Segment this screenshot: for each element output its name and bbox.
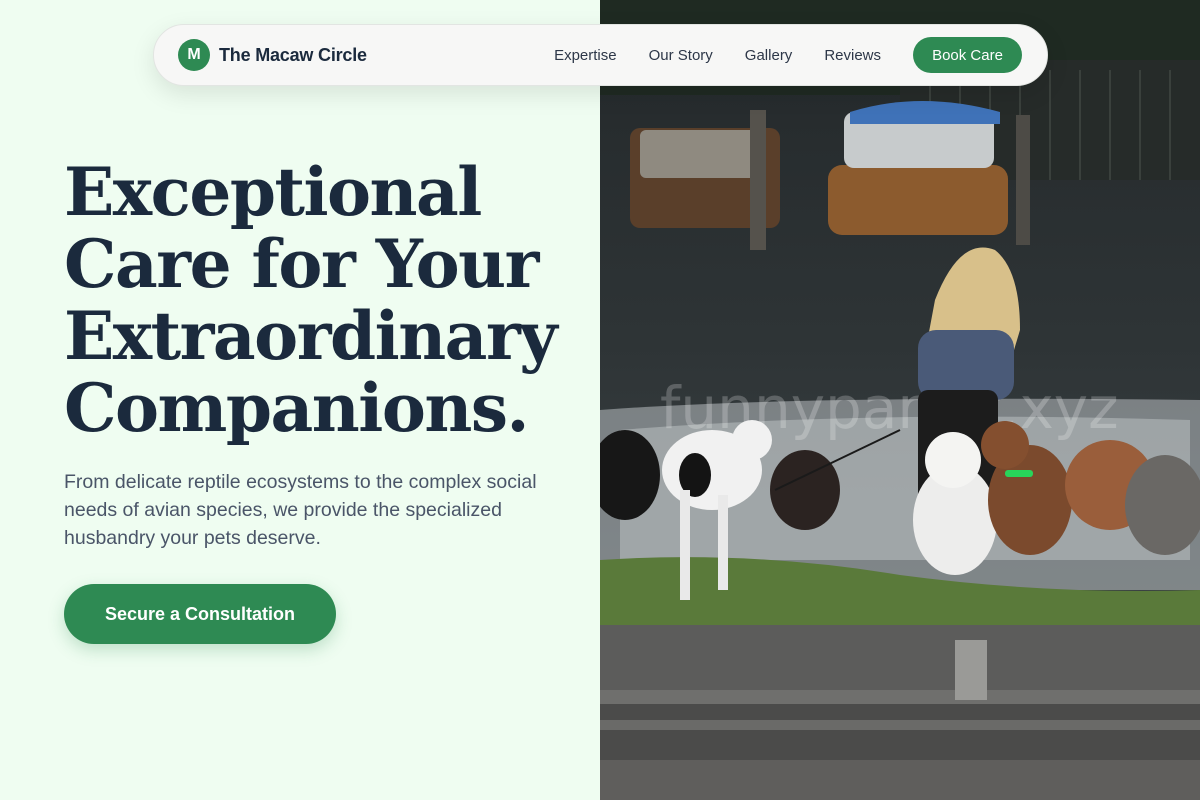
nav-link-reviews[interactable]: Reviews (824, 47, 881, 64)
top-navbar: M The Macaw Circle Expertise Our Story G… (153, 24, 1048, 86)
logo-mark: M (178, 39, 210, 71)
nav-links: Expertise Our Story Gallery Reviews Book… (554, 37, 1023, 73)
hero-subtext: From delicate reptile ecosystems to the … (64, 471, 537, 549)
consultation-button[interactable]: Secure a Consultation (64, 584, 336, 644)
headline-line: Exceptional (64, 153, 482, 231)
hero-photo: funnyparrot.xyz (600, 0, 1200, 800)
hero-headline: Exceptional Care for Your Extraordinary … (64, 156, 584, 444)
headline-line: Extraordinary (64, 297, 558, 375)
brand-name: The Macaw Circle (219, 44, 367, 65)
headline-line: Companions. (64, 369, 530, 447)
nav-link-our-story[interactable]: Our Story (649, 47, 713, 64)
book-care-button[interactable]: Book Care (913, 37, 1022, 73)
nav-link-gallery[interactable]: Gallery (745, 47, 793, 64)
watermark-text: funnyparrot.xyz (660, 374, 1119, 442)
hero-text-panel: Exceptional Care for Your Extraordinary … (0, 0, 600, 800)
nav-link-expertise[interactable]: Expertise (554, 47, 617, 64)
headline-line: Care for Your (64, 225, 539, 303)
brand-logo[interactable]: M The Macaw Circle (178, 39, 367, 71)
